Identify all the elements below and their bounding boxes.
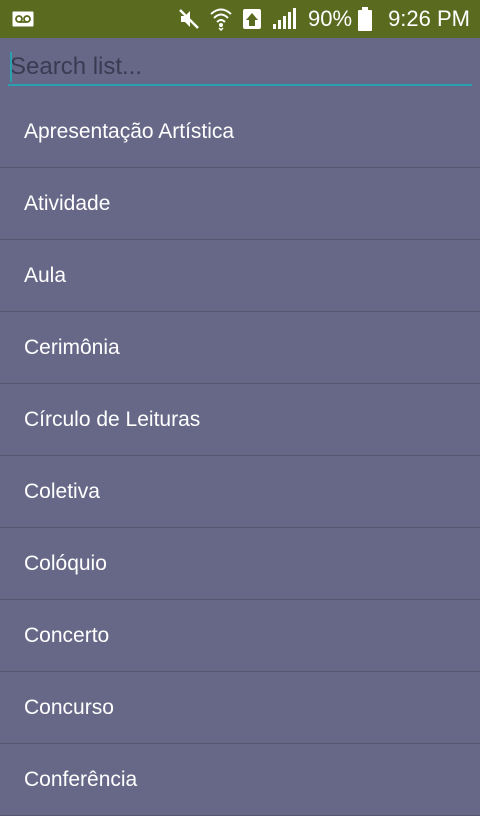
wifi-icon	[210, 7, 232, 31]
voicemail-icon	[12, 11, 34, 27]
signal-icon	[272, 8, 297, 30]
list-item[interactable]: Círculo de Leituras	[0, 384, 480, 456]
mute-icon	[178, 8, 200, 30]
list-item[interactable]: Aula	[0, 240, 480, 312]
list-item[interactable]: Atividade	[0, 168, 480, 240]
status-bar: 90% 9:26 PM	[0, 0, 480, 38]
search-input[interactable]	[8, 50, 472, 86]
clock: 9:26 PM	[388, 6, 470, 31]
list-item[interactable]: Concerto	[0, 600, 480, 672]
text-caret	[10, 52, 12, 82]
search-bar	[0, 38, 480, 96]
battery-level: 90%	[308, 6, 353, 31]
battery-icon	[358, 7, 373, 31]
item-list: Apresentação Artística Atividade Aula Ce…	[0, 96, 480, 816]
list-item[interactable]: Conferência	[0, 744, 480, 816]
list-item[interactable]: Concurso	[0, 672, 480, 744]
list-item[interactable]: Colóquio	[0, 528, 480, 600]
list-item[interactable]: Apresentação Artística	[0, 96, 480, 168]
list-item[interactable]: Cerimônia	[0, 312, 480, 384]
list-item[interactable]: Coletiva	[0, 456, 480, 528]
data-saver-icon	[242, 8, 262, 30]
